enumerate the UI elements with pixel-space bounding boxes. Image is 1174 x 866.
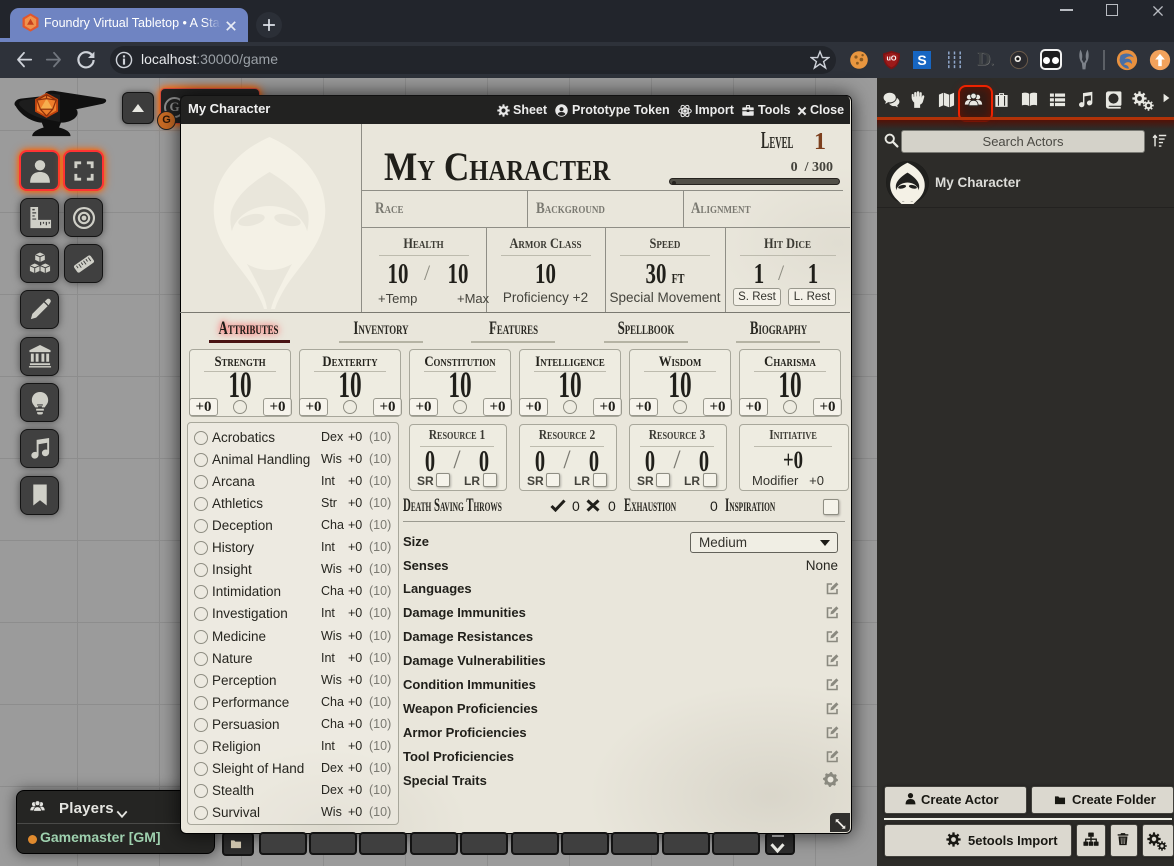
svg-text:uO: uO (886, 53, 896, 62)
